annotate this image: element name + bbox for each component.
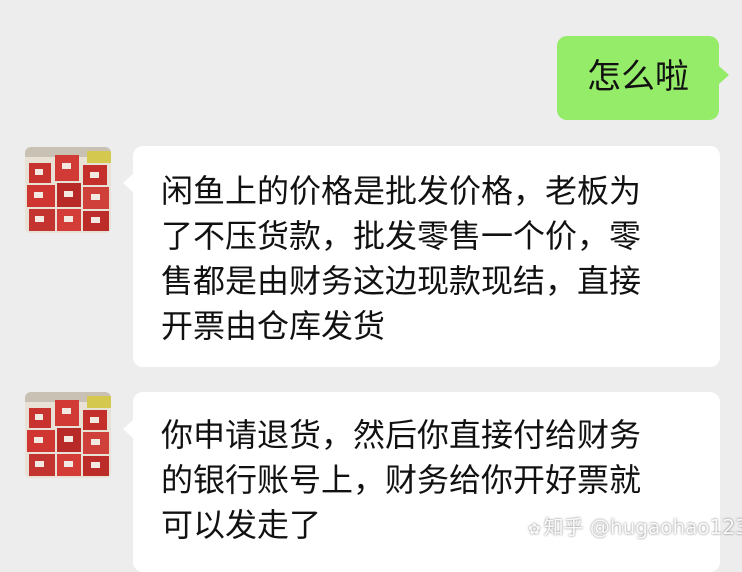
avatar-image-icon	[25, 392, 111, 478]
contact-avatar[interactable]	[25, 147, 111, 233]
sent-message-text: 怎么啦	[587, 57, 689, 97]
message-text-line: 闲鱼上的价格是批发价格，老板为	[161, 172, 642, 210]
message-text-line: 开票由仓库发货	[161, 307, 386, 345]
message-text-line: 售都是由财务这边现款现结，直接	[161, 262, 642, 300]
avatar-image-icon	[25, 147, 111, 233]
bubble-tail	[123, 420, 133, 438]
message-text-line: 了不压货款，批发零售一个价，零	[161, 217, 642, 255]
sent-message-bubble[interactable]: 怎么啦	[557, 36, 729, 120]
message-text-line: 的银行账号上，财务给你开好票就	[161, 461, 642, 499]
bubble-tail	[719, 66, 729, 84]
message-text-line: 你申请退货，然后你直接付给财务	[161, 416, 642, 454]
watermark-text: 知乎 @hugaohao123	[543, 515, 742, 539]
received-message-bubble[interactable]: 闲鱼上的价格是批发价格，老板为 了不压货款，批发零售一个价，零 售都是由财务这边…	[123, 146, 720, 367]
received-message-bubble[interactable]: 你申请退货，然后你直接付给财务 的银行账号上，财务给你开好票就 可以发走了	[123, 392, 720, 572]
paw-icon: ✿	[528, 520, 541, 538]
watermark: ✿ 知乎 @hugaohao123	[528, 511, 742, 540]
contact-avatar[interactable]	[25, 392, 111, 478]
bubble-tail	[123, 174, 133, 192]
